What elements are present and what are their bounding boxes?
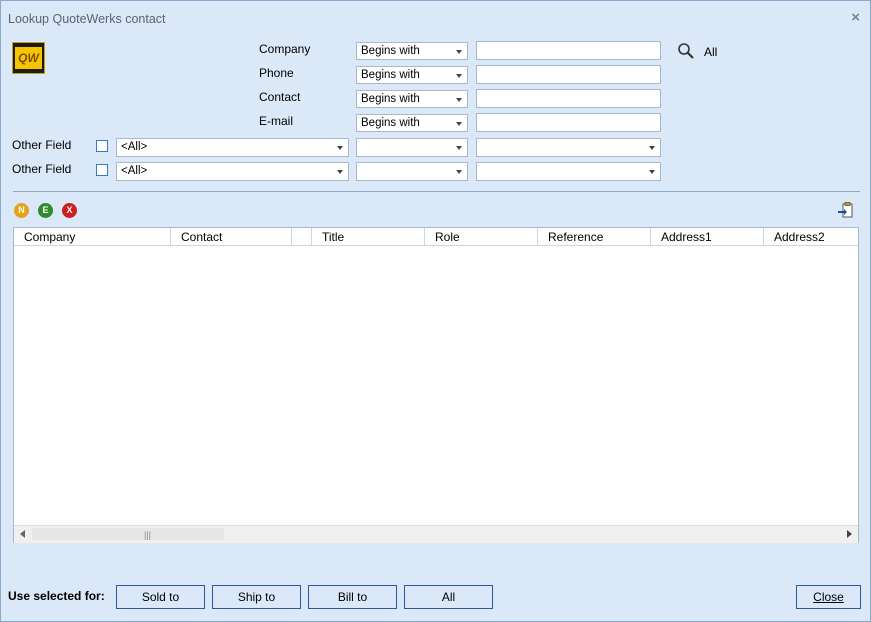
scroll-left-icon[interactable] [20, 530, 25, 538]
other-field-select[interactable]: <All> [116, 138, 349, 157]
chevron-down-icon [456, 50, 462, 54]
other-field-checkbox[interactable] [96, 164, 108, 176]
phone-label: Phone [259, 66, 294, 80]
column-label: Reference [548, 230, 604, 244]
other-field-value-select[interactable] [476, 138, 661, 157]
close-icon[interactable]: × [851, 9, 860, 26]
use-selected-label: Use selected for: [8, 589, 105, 603]
magnifier-icon[interactable] [677, 42, 695, 63]
contact-operator-value: Begins with [361, 93, 420, 105]
chevron-down-icon [456, 98, 462, 102]
email-label: E-mail [259, 114, 294, 128]
chevron-down-icon [456, 74, 462, 78]
contact-input[interactable] [476, 89, 661, 108]
column-label: Title [322, 230, 345, 244]
company-label: Company [259, 42, 311, 56]
column-header-role[interactable]: Role [425, 228, 538, 245]
column-header-company[interactable]: Company [14, 228, 171, 245]
close-button[interactable]: Close [796, 585, 861, 609]
chevron-down-icon [337, 170, 343, 174]
new-contact-button[interactable]: N [14, 203, 29, 218]
chevron-down-icon [649, 170, 655, 174]
sold-to-button[interactable]: Sold to [116, 585, 205, 609]
chevron-down-icon [456, 170, 462, 174]
contact-label: Contact [259, 90, 301, 104]
other-field-value-select[interactable] [476, 162, 661, 181]
other-field-label: Other Field [12, 162, 72, 176]
other-field-value: <All> [121, 165, 148, 177]
other-field-value: <All> [121, 141, 148, 153]
scrollbar-thumb[interactable]: ||| [32, 528, 224, 540]
column-label: Address2 [774, 230, 825, 244]
lookup-dialog: Lookup QuoteWerks contact × QW Company B… [0, 0, 871, 622]
email-input[interactable] [476, 113, 661, 132]
column-header-blank[interactable] [292, 228, 312, 245]
other-field-operator-select[interactable] [356, 162, 468, 181]
column-header-reference[interactable]: Reference [538, 228, 651, 245]
grid-header: Company Contact Title Role Reference Add… [14, 228, 858, 246]
edit-contact-button[interactable]: E [38, 203, 53, 218]
company-operator-select[interactable]: Begins with [356, 42, 468, 60]
column-label: Address1 [661, 230, 712, 244]
logo-text: QW [15, 47, 42, 69]
chevron-down-icon [456, 122, 462, 126]
email-operator-value: Begins with [361, 117, 420, 129]
company-input[interactable] [476, 41, 661, 60]
clipboard-arrow-icon[interactable] [838, 202, 854, 222]
title-bar: Lookup QuoteWerks contact × [1, 1, 870, 33]
horizontal-scrollbar[interactable]: ||| [14, 525, 858, 543]
other-field-checkbox[interactable] [96, 140, 108, 152]
scroll-right-icon[interactable] [847, 530, 852, 538]
search-all-label[interactable]: All [704, 45, 717, 59]
all-button[interactable]: All [404, 585, 493, 609]
contacts-grid[interactable]: Company Contact Title Role Reference Add… [13, 227, 859, 543]
chevron-down-icon [456, 146, 462, 150]
bill-to-button[interactable]: Bill to [308, 585, 397, 609]
column-label: Contact [181, 230, 223, 244]
contact-operator-select[interactable]: Begins with [356, 90, 468, 108]
column-label: Role [435, 230, 460, 244]
window-title: Lookup QuoteWerks contact [8, 12, 166, 26]
column-header-contact[interactable]: Contact [171, 228, 292, 245]
other-field-label: Other Field [12, 138, 72, 152]
delete-contact-button[interactable]: X [62, 203, 77, 218]
ship-to-button[interactable]: Ship to [212, 585, 301, 609]
quotewerks-logo: QW [12, 42, 45, 74]
separator [13, 191, 860, 192]
company-operator-value: Begins with [361, 45, 420, 57]
column-header-address1[interactable]: Address1 [651, 228, 764, 245]
phone-operator-value: Begins with [361, 69, 420, 81]
phone-operator-select[interactable]: Begins with [356, 66, 468, 84]
column-header-title[interactable]: Title [312, 228, 425, 245]
chevron-down-icon [337, 146, 343, 150]
phone-input[interactable] [476, 65, 661, 84]
other-field-select[interactable]: <All> [116, 162, 349, 181]
other-field-operator-select[interactable] [356, 138, 468, 157]
column-header-address2[interactable]: Address2 [764, 228, 858, 245]
column-label: Company [24, 230, 76, 244]
email-operator-select[interactable]: Begins with [356, 114, 468, 132]
chevron-down-icon [649, 146, 655, 150]
